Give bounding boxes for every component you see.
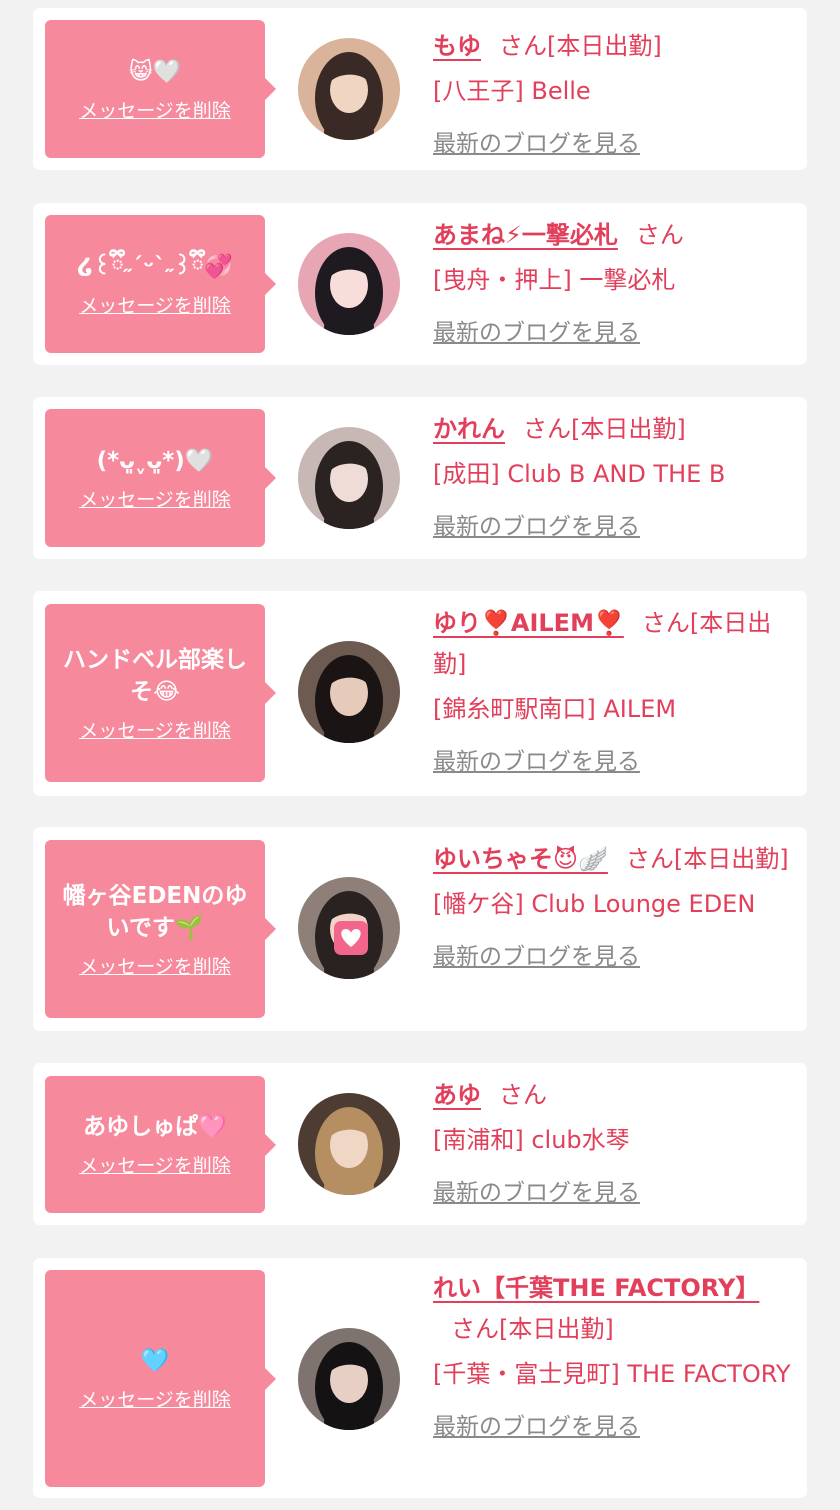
message-text: ໒꒰ྀི˶ˊᵕˋ˶꒱ྀི💞 [77, 253, 233, 280]
message-card: ໒꒰ྀི˶ˊᵕˋ˶꒱ྀི💞 メッセージを削除 あまね⚡一撃必札 さん [曳舟・押上] 一… [33, 203, 807, 365]
cast-name-line: ゆいちゃそ😈🪽 さん[本日出勤] [433, 839, 797, 880]
cast-info: あゆ さん [南浦和] club水琴最新のブログを見る [433, 1075, 797, 1214]
cast-status: さん[本日出勤] [451, 1315, 614, 1343]
cast-name-link[interactable]: れい【千葉THE FACTORY】 [433, 1274, 759, 1302]
cast-name-link[interactable]: あゆ [433, 1081, 481, 1109]
cast-name-line: もゆ さん[本日出勤] [433, 26, 797, 67]
shop-name: [南浦和] club水琴 [433, 1126, 630, 1154]
cast-name-line: あゆ さん [433, 1075, 797, 1116]
cast-status: さん[本日出勤] [625, 845, 789, 873]
cast-name-line: かれん さん[本日出勤] [433, 409, 797, 450]
message-text: 幡ヶ谷EDENのゆいです🌱 [62, 882, 248, 941]
latest-blog-link[interactable]: 最新のブログを見る [433, 124, 797, 165]
cast-info: れい【千葉THE FACTORY】さん[本日出勤] [千葉・富士見町] THE F… [433, 1268, 797, 1448]
latest-blog-link[interactable]: 最新のブログを見る [433, 313, 797, 354]
cast-status: さん [499, 1081, 547, 1109]
message-card: 幡ヶ谷EDENのゆいです🌱 メッセージを削除 ゆいちゃそ😈🪽 さん[本日出勤] [幡ケ谷… [33, 827, 807, 1031]
delete-message-link[interactable]: メッセージを削除 [79, 1385, 231, 1412]
cast-name-line: ゆり❣️AILEM❣️ さん[本日出勤] [433, 603, 797, 685]
message-bubble: (*ᴗ͈ˬᴗ͈*)🤍 メッセージを削除 [45, 409, 276, 547]
shop-name: [幡ケ谷] Club Lounge EDEN [433, 890, 756, 918]
cast-name-line: あまね⚡一撃必札 さん [433, 215, 797, 256]
avatar[interactable] [298, 427, 400, 529]
cast-info: あまね⚡一撃必札 さん [曳舟・押上] 一撃必札最新のブログを見る [433, 215, 797, 354]
message-text: あゆしゅぱ🩷 [83, 1114, 227, 1140]
message-bubble: ハンドベル部楽しそ😂 メッセージを削除 [45, 604, 276, 782]
message-card: 🩵 メッセージを削除 れい【千葉THE FACTORY】さん[本日出勤] [千葉・富士… [33, 1258, 807, 1498]
message-bubble: 幡ヶ谷EDENのゆいです🌱 メッセージを削除 [45, 840, 276, 1018]
message-bubble: 😸🤍 メッセージを削除 [45, 20, 276, 158]
delete-message-link[interactable]: メッセージを削除 [79, 485, 231, 512]
shop-name: [曳舟・押上] 一撃必札 [433, 266, 676, 294]
message-text: ハンドベル部楽しそ😂 [63, 646, 247, 705]
avatar[interactable] [298, 1328, 400, 1430]
latest-blog-link[interactable]: 最新のブログを見る [433, 937, 797, 978]
cast-name-link[interactable]: ゆり❣️AILEM❣️ [433, 609, 624, 637]
message-text: 🩵 [140, 1348, 170, 1374]
cast-status: さん [635, 221, 684, 249]
message-bubble: ໒꒰ྀི˶ˊᵕˋ˶꒱ྀི💞 メッセージを削除 [45, 215, 276, 353]
latest-blog-link[interactable]: 最新のブログを見る [433, 1407, 797, 1448]
shop-name: [成田] Club B AND THE B [433, 460, 726, 488]
message-bubble: 🩵 メッセージを削除 [45, 1270, 276, 1487]
cast-status: さん[本日出勤] [523, 415, 686, 443]
latest-blog-link[interactable]: 最新のブログを見る [433, 742, 797, 783]
message-bubble: あゆしゅぱ🩷 メッセージを削除 [45, 1076, 276, 1213]
avatar[interactable] [298, 877, 400, 979]
avatar[interactable] [298, 38, 400, 140]
delete-message-link[interactable]: メッセージを削除 [79, 716, 231, 743]
avatar[interactable] [298, 641, 400, 743]
shop-name: [八王子] Belle [433, 77, 591, 105]
cast-status: さん[本日出勤] [499, 32, 662, 60]
avatar[interactable] [298, 1093, 400, 1195]
cast-name-link[interactable]: もゆ [433, 32, 481, 60]
cast-info: かれん さん[本日出勤] [成田] Club B AND THE B 最新のブログを見… [433, 409, 797, 548]
cast-name-line: れい【千葉THE FACTORY】さん[本日出勤] [433, 1268, 797, 1350]
message-text: 😸🤍 [128, 58, 182, 85]
shop-name: [千葉・富士見町] THE FACTORY [433, 1360, 791, 1388]
cast-info: ゆり❣️AILEM❣️ さん[本日出勤] [錦糸町駅南口] AILEM 最新のブログを… [433, 603, 797, 783]
latest-blog-link[interactable]: 最新のブログを見る [433, 507, 797, 548]
message-list: 😸🤍 メッセージを削除 もゆ さん[本日出勤] [八王子] Belle 最新のブログを見る… [0, 0, 840, 1510]
delete-message-link[interactable]: メッセージを削除 [79, 952, 231, 979]
shop-name: [錦糸町駅南口] AILEM [433, 695, 677, 723]
message-card: ハンドベル部楽しそ😂 メッセージを削除 ゆり❣️AILEM❣️ さん[本日出勤] [錦糸… [33, 591, 807, 796]
avatar[interactable] [298, 233, 400, 335]
message-card: 😸🤍 メッセージを削除 もゆ さん[本日出勤] [八王子] Belle 最新のブログを見る [33, 8, 807, 170]
cast-name-link[interactable]: あまね⚡一撃必札 [433, 221, 618, 249]
message-card: (*ᴗ͈ˬᴗ͈*)🤍 メッセージを削除 かれん さん[本日出勤] [成田] Club B… [33, 397, 807, 559]
message-card: あゆしゅぱ🩷 メッセージを削除 あゆ さん [南浦和] club水琴最新のブログを見る [33, 1063, 807, 1225]
cast-info: ゆいちゃそ😈🪽 さん[本日出勤] [幡ケ谷] Club Lounge EDEN 最新の… [433, 839, 797, 978]
cast-info: もゆ さん[本日出勤] [八王子] Belle 最新のブログを見る [433, 26, 797, 165]
message-text: (*ᴗ͈ˬᴗ͈*)🤍 [96, 447, 214, 474]
latest-blog-link[interactable]: 最新のブログを見る [433, 1173, 797, 1214]
delete-message-link[interactable]: メッセージを削除 [79, 1151, 231, 1178]
delete-message-link[interactable]: メッセージを削除 [79, 96, 231, 123]
delete-message-link[interactable]: メッセージを削除 [79, 291, 231, 318]
cast-name-link[interactable]: かれん [433, 415, 505, 443]
cast-name-link[interactable]: ゆいちゃそ😈🪽 [433, 845, 608, 873]
